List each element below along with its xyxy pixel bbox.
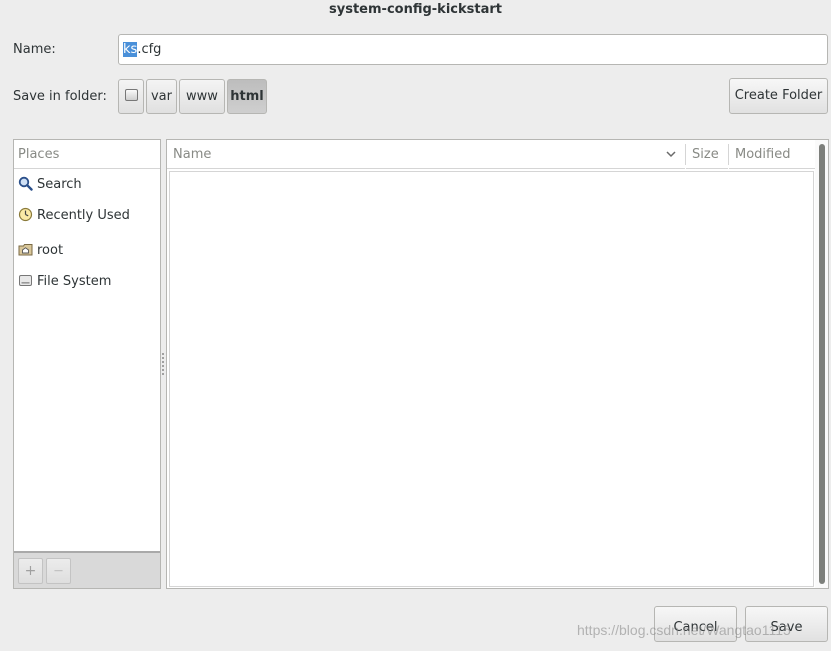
file-list-scrollbar-thumb[interactable] (819, 144, 825, 584)
path-button-www[interactable]: www (179, 79, 225, 114)
path-button-root[interactable] (118, 79, 144, 114)
drive-icon (18, 273, 33, 288)
place-item-root[interactable]: root (18, 241, 63, 261)
save-in-folder-label: Save in folder: (13, 89, 107, 104)
place-label-search: Search (37, 177, 82, 192)
column-header-modified[interactable]: Modified (729, 140, 815, 169)
name-label: Name: (13, 42, 56, 57)
column-header-name[interactable]: Name (167, 140, 685, 169)
add-place-button[interactable]: + (18, 558, 43, 584)
place-label-recently-used: Recently Used (37, 208, 130, 223)
filename-rest-text: .cfg (137, 42, 162, 57)
place-label-file-system: File System (37, 274, 112, 289)
create-folder-button[interactable]: Create Folder (729, 78, 828, 114)
places-panel: Places Search Recently Used root File Sy… (13, 139, 161, 589)
drive-icon (124, 89, 138, 101)
path-button-html[interactable]: html (227, 79, 267, 114)
place-item-file-system[interactable]: File System (18, 272, 111, 292)
path-button-var[interactable]: var (146, 79, 177, 114)
remove-place-button[interactable]: — (46, 558, 71, 584)
watermark-text: https://blog.csdn.net/Wangtao1115 (577, 622, 791, 638)
recent-clock-icon (18, 207, 33, 222)
place-label-root: root (37, 243, 64, 258)
column-header-size[interactable]: Size (686, 140, 728, 169)
places-header: Places (14, 140, 160, 169)
window-title: system-config-kickstart (329, 2, 502, 17)
filename-input[interactable]: ks.cfg (118, 34, 828, 65)
place-item-recently-used[interactable]: Recently Used (18, 206, 130, 226)
place-item-search[interactable]: Search (18, 175, 82, 195)
home-folder-icon (18, 242, 33, 257)
filename-selected-text: ks (123, 42, 138, 57)
pane-resize-handle[interactable] (161, 352, 165, 376)
column-header-name-label: Name (173, 147, 212, 162)
search-icon (18, 176, 33, 191)
file-list-area[interactable] (169, 171, 814, 587)
places-toolbar: + — (14, 551, 160, 588)
file-list-panel: Name Size Modified (166, 139, 829, 589)
